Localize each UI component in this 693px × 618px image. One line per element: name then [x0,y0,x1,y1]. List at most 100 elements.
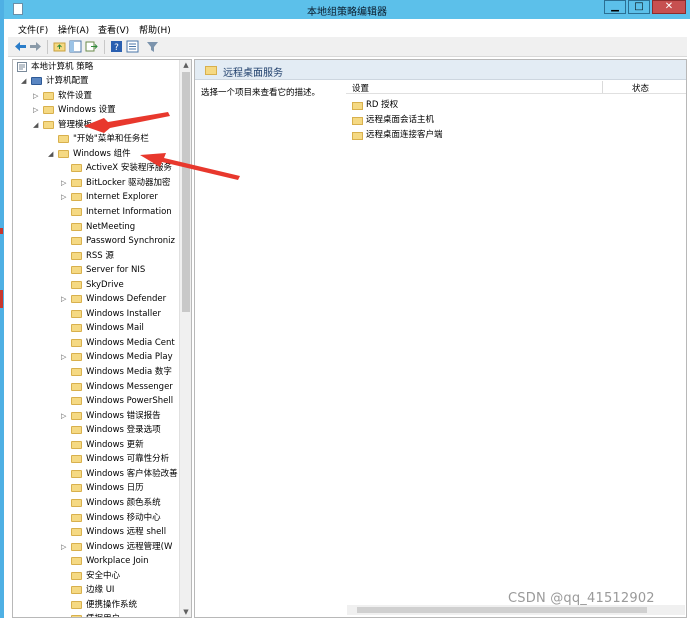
details-title: 远程桌面服务 [223,68,283,79]
menu-view[interactable]: 查看(V) [98,23,129,36]
folder-icon [58,135,69,144]
expand-icon[interactable]: ▷ [33,89,41,103]
menu-action[interactable]: 操作(A) [58,23,89,36]
expand-icon[interactable]: ▷ [61,350,69,364]
folder-icon [43,106,54,115]
folder-icon [71,295,82,304]
left-edge-mark [0,290,3,308]
collapse-icon[interactable]: ◢ [21,74,29,88]
tree-item-label: Windows 远程 shell [86,527,167,538]
tree-item-label: "开始"菜单和任务栏 [73,134,149,145]
tree-item-label: Windows 错误报告 [86,410,161,421]
tree-item-label: Windows Media 数字 [86,367,172,377]
folder-icon [71,484,82,493]
tree-item-label: 边缘 UI [86,585,115,596]
folder-icon [58,149,69,158]
tree-item-label: Windows 更新 [86,439,144,450]
horizontal-scroll-thumb[interactable] [357,607,647,613]
forward-icon[interactable] [29,40,42,53]
expand-icon[interactable]: ▷ [61,190,69,204]
list-item-label: 远程桌面会话主机 [366,115,435,125]
expand-icon[interactable]: ▷ [61,292,69,306]
tree-root-label: 本地计算机 策略 [31,62,94,72]
folder-icon [43,91,54,100]
tree-item-label: NetMeeting [86,221,136,232]
tree-item-label: Windows 颜色系统 [86,497,161,508]
expand-icon[interactable]: ▷ [61,540,69,554]
policy-icon [17,62,27,72]
folder-icon [71,528,82,537]
list-header: 设置 状态 [346,80,686,94]
main-area: 本地计算机 策略 ◢ 计算机配置 ▷ 软件设置 ▷ Windows 设置 ◢ 管理模板 "开始"… [8,57,687,618]
tree-pane: 本地计算机 策略 ◢ 计算机配置 ▷ 软件设置 ▷ Windows 设置 ◢ 管理模板 "开始"… [12,59,192,618]
properties-icon[interactable] [126,40,139,53]
help-icon[interactable]: ? [110,40,123,53]
list-item-label: RD 授权 [366,100,399,110]
expand-icon[interactable]: ▷ [61,409,69,423]
tree-item-label: Workplace Join [86,556,149,567]
folder-icon [71,411,82,420]
tree-item-label: Windows 客户体验改善 [86,468,178,479]
folder-icon [71,368,82,376]
tree-scrollbar[interactable]: ▲ ▼ [179,60,191,617]
tree-item-label: Internet Information [86,206,172,217]
tree-item-label: 凭据用户... [86,612,128,617]
folder-icon [71,164,82,173]
computer-icon [31,77,42,85]
tree-item-label: Server for NIS [86,265,146,276]
tree-item-label: 便携操作系统 [86,599,138,610]
up-folder-icon[interactable] [53,40,66,53]
description-text: 选择一个项目来查看它的描述。 [201,88,321,98]
folder-icon [71,251,82,260]
toolbar-separator [104,40,105,54]
tree-item-label: Internet Explorer [86,192,158,203]
collapse-icon[interactable]: ◢ [48,147,56,161]
tree-item-label: Windows 组件 [73,148,131,159]
list-item-label: 远程桌面连接客户端 [366,130,443,140]
export-list-icon[interactable] [85,40,98,53]
close-button[interactable]: ✕ [652,0,686,14]
title-bar[interactable]: 本地组策略编辑器 ▁ □ ✕ [4,0,690,19]
folder-icon [71,397,82,406]
horizontal-scrollbar[interactable] [347,605,685,615]
show-tree-icon[interactable] [69,40,82,53]
list-item[interactable]: 远程桌面连接客户端 [346,128,686,143]
expand-icon[interactable]: ▷ [33,103,41,117]
tree-item-label: Windows 日历 [86,483,144,494]
folder-icon [71,353,82,362]
expand-icon[interactable]: ▷ [61,176,69,190]
column-setting[interactable]: 设置 [352,82,369,94]
folder-icon [352,132,363,140]
collapse-icon[interactable]: ◢ [33,118,41,132]
folder-icon [71,207,82,216]
tree-item-label: SkyDrive [86,279,124,290]
folder-icon [71,324,82,333]
folder-icon [71,237,82,246]
tree-item-label: Windows Messenger [86,381,173,392]
column-divider[interactable] [602,81,603,93]
scroll-up-icon[interactable]: ▲ [180,60,191,70]
menu-help[interactable]: 帮助(H) [139,23,171,36]
list-item[interactable]: 远程桌面会话主机 [346,113,686,128]
column-state[interactable]: 状态 [632,82,649,94]
toolbar-separator [47,40,48,54]
filter-icon[interactable] [146,40,159,53]
menu-file[interactable]: 文件(F) [18,23,48,36]
tree-item-label: ActiveX 安装程序服务 [86,163,172,174]
tree-item-label: Password Synchroniz [86,236,175,247]
minimize-button[interactable]: ▁ [604,0,626,14]
tree-item-label: Windows Mail [86,323,144,334]
folder-icon [71,382,82,391]
folder-icon [71,513,82,522]
scroll-down-icon[interactable]: ▼ [180,607,191,617]
folder-icon [71,178,82,187]
tree-scroll-thumb[interactable] [182,72,190,312]
folder-icon [71,222,82,231]
details-header: 远程桌面服务 [195,60,686,80]
menu-bar: 文件(F) 操作(A) 查看(V) 帮助(H) [8,19,687,37]
maximize-button[interactable]: □ [628,0,650,14]
list-item[interactable]: RD 授权 [346,98,686,113]
folder-icon [205,66,217,75]
back-icon[interactable] [14,40,27,53]
folder-icon [71,266,82,275]
